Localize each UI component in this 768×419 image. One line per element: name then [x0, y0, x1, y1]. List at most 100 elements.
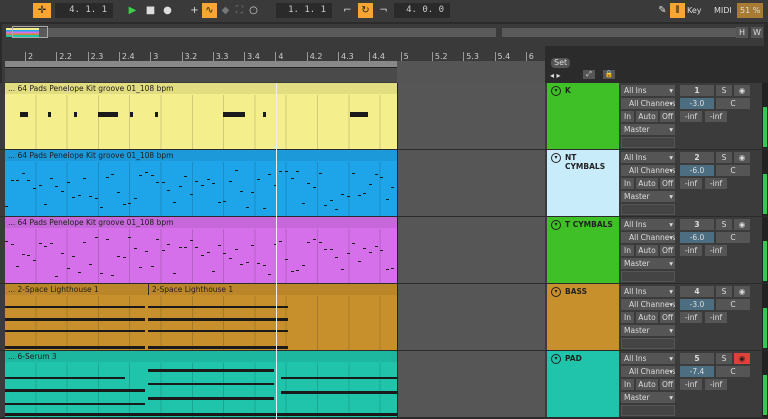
- session-record-button[interactable]: ○: [246, 3, 261, 18]
- track-activator[interactable]: 3: [680, 219, 714, 230]
- computer-midi-keyboard-button[interactable]: ⦀: [670, 3, 685, 18]
- output-select[interactable]: Master: [621, 325, 675, 336]
- pan-field[interactable]: C: [716, 232, 750, 243]
- monitor-auto-button[interactable]: Auto: [636, 379, 658, 390]
- capture-button[interactable]: ⛶: [232, 3, 247, 18]
- solo-button[interactable]: S: [716, 353, 732, 364]
- output-channel-field[interactable]: [621, 137, 675, 148]
- clip[interactable]: ... 2-Space Lighthouse 1 2-Space Lighthou…: [5, 284, 397, 350]
- track-activator[interactable]: 5: [680, 353, 714, 364]
- solo-button[interactable]: S: [716, 85, 732, 96]
- clip[interactable]: ... 64 Pads Penelope Kit groove 01_108 b…: [5, 217, 397, 283]
- stop-button[interactable]: ■: [143, 3, 158, 18]
- clip-title[interactable]: ... 64 Pads Penelope Kit groove 01_108 b…: [5, 150, 397, 161]
- track-header[interactable]: ▾ BASS: [547, 284, 619, 350]
- input-type-select[interactable]: All Ins: [621, 286, 675, 297]
- monitor-in-button[interactable]: In: [621, 178, 634, 189]
- clip-title[interactable]: ... 2-Space Lighthouse 1: [5, 284, 148, 295]
- pan-field[interactable]: C: [716, 299, 750, 310]
- record-arm-button[interactable]: ◉: [734, 353, 750, 364]
- fold-icon[interactable]: ▾: [551, 153, 561, 163]
- record-arm-button[interactable]: ◉: [734, 152, 750, 163]
- solo-button[interactable]: S: [716, 152, 732, 163]
- volume-field[interactable]: -6.0: [680, 165, 714, 176]
- punch-out-button[interactable]: ¬: [376, 3, 391, 18]
- empty-lane[interactable]: [397, 284, 545, 350]
- empty-lane[interactable]: [397, 351, 545, 417]
- monitor-off-button[interactable]: Off: [660, 312, 675, 323]
- solo-button[interactable]: S: [716, 286, 732, 297]
- arrangement-position[interactable]: 4. 1. 1: [55, 3, 113, 18]
- fold-icon[interactable]: ▾: [551, 354, 561, 364]
- input-channel-select[interactable]: All Channels: [621, 232, 675, 243]
- optimize-width-button[interactable]: W: [751, 27, 763, 38]
- volume-field[interactable]: -7.4: [680, 366, 714, 377]
- monitor-in-button[interactable]: In: [621, 245, 634, 256]
- key-map-button[interactable]: Key: [687, 6, 702, 15]
- output-channel-field[interactable]: [621, 338, 675, 349]
- track-name[interactable]: T CYMBALS: [565, 220, 613, 229]
- draw-mode-icon[interactable]: ✎: [655, 3, 670, 18]
- clip-title[interactable]: 2-Space Lighthouse 1: [148, 284, 397, 295]
- input-channel-select[interactable]: All Channels: [621, 98, 675, 109]
- monitor-in-button[interactable]: In: [621, 111, 634, 122]
- input-type-select[interactable]: All Ins: [621, 219, 675, 230]
- lock-icon[interactable]: 🔒: [603, 70, 615, 79]
- automation-arm-button[interactable]: ∿: [202, 3, 217, 18]
- fold-icon[interactable]: ▾: [551, 86, 561, 96]
- empty-lane[interactable]: [397, 217, 545, 283]
- input-type-select[interactable]: All Ins: [621, 85, 675, 96]
- output-channel-field[interactable]: [621, 271, 675, 282]
- pan-field[interactable]: C: [716, 98, 750, 109]
- track-header[interactable]: ▾ NT CYMBALS: [547, 150, 619, 216]
- fold-icon[interactable]: ▾: [551, 287, 561, 297]
- track-name[interactable]: BASS: [565, 287, 587, 296]
- input-channel-select[interactable]: All Channels: [621, 299, 675, 310]
- track-name[interactable]: PAD: [565, 354, 582, 363]
- re-enable-automation-button[interactable]: ◆: [218, 3, 233, 18]
- output-select[interactable]: Master: [621, 124, 675, 135]
- optimize-height-button[interactable]: H: [736, 27, 748, 38]
- track-name[interactable]: K: [565, 86, 571, 95]
- record-arm-button[interactable]: ◉: [734, 286, 750, 297]
- input-type-select[interactable]: All Ins: [621, 353, 675, 364]
- follow-button[interactable]: ✛: [33, 3, 51, 18]
- record-arm-button[interactable]: ◉: [734, 219, 750, 230]
- clip-title[interactable]: ... 64 Pads Penelope Kit groove 01_108 b…: [5, 83, 397, 94]
- overdub-button[interactable]: +: [187, 3, 202, 18]
- record-arm-button[interactable]: ◉: [734, 85, 750, 96]
- loop-length[interactable]: 4. 0. 0: [394, 3, 450, 18]
- set-locator-button[interactable]: Set: [551, 58, 571, 68]
- play-button[interactable]: ▶: [125, 3, 140, 18]
- clip-title[interactable]: ... 64 Pads Penelope Kit groove 01_108 b…: [5, 217, 397, 228]
- track-name[interactable]: NT CYMBALS: [565, 153, 619, 171]
- clip[interactable]: ... 6-Serum 3: [5, 351, 397, 417]
- output-select[interactable]: Master: [621, 258, 675, 269]
- input-channel-select[interactable]: All Channels: [621, 366, 675, 377]
- clip-title[interactable]: ... 6-Serum 3: [5, 351, 397, 362]
- fold-icon[interactable]: ▾: [551, 220, 561, 230]
- clip[interactable]: ... 64 Pads Penelope Kit groove 01_108 b…: [5, 83, 397, 149]
- monitor-off-button[interactable]: Off: [660, 245, 675, 256]
- solo-button[interactable]: S: [716, 219, 732, 230]
- monitor-in-button[interactable]: In: [621, 312, 634, 323]
- track-activator[interactable]: 2: [680, 152, 714, 163]
- punch-in-button[interactable]: ⌐: [340, 3, 355, 18]
- output-select[interactable]: Master: [621, 392, 675, 403]
- track-header[interactable]: ▾ T CYMBALS: [547, 217, 619, 283]
- volume-field[interactable]: -3.0: [680, 299, 714, 310]
- record-button[interactable]: ●: [160, 3, 175, 18]
- track-activator[interactable]: 1: [680, 85, 714, 96]
- empty-lane[interactable]: [397, 83, 545, 149]
- input-type-select[interactable]: All Ins: [621, 152, 675, 163]
- monitor-in-button[interactable]: In: [621, 379, 634, 390]
- monitor-auto-button[interactable]: Auto: [636, 178, 658, 189]
- track-header[interactable]: ▾ K: [547, 83, 619, 149]
- arrangement-overview[interactable]: H W: [2, 24, 764, 46]
- monitor-off-button[interactable]: Off: [660, 111, 675, 122]
- monitor-off-button[interactable]: Off: [660, 178, 675, 189]
- locator-prev-next[interactable]: ◂ ▸: [550, 71, 561, 80]
- expand-icon[interactable]: ⤢: [583, 70, 595, 79]
- loop-start[interactable]: 1. 1. 1: [276, 3, 332, 18]
- output-select[interactable]: Master: [621, 191, 675, 202]
